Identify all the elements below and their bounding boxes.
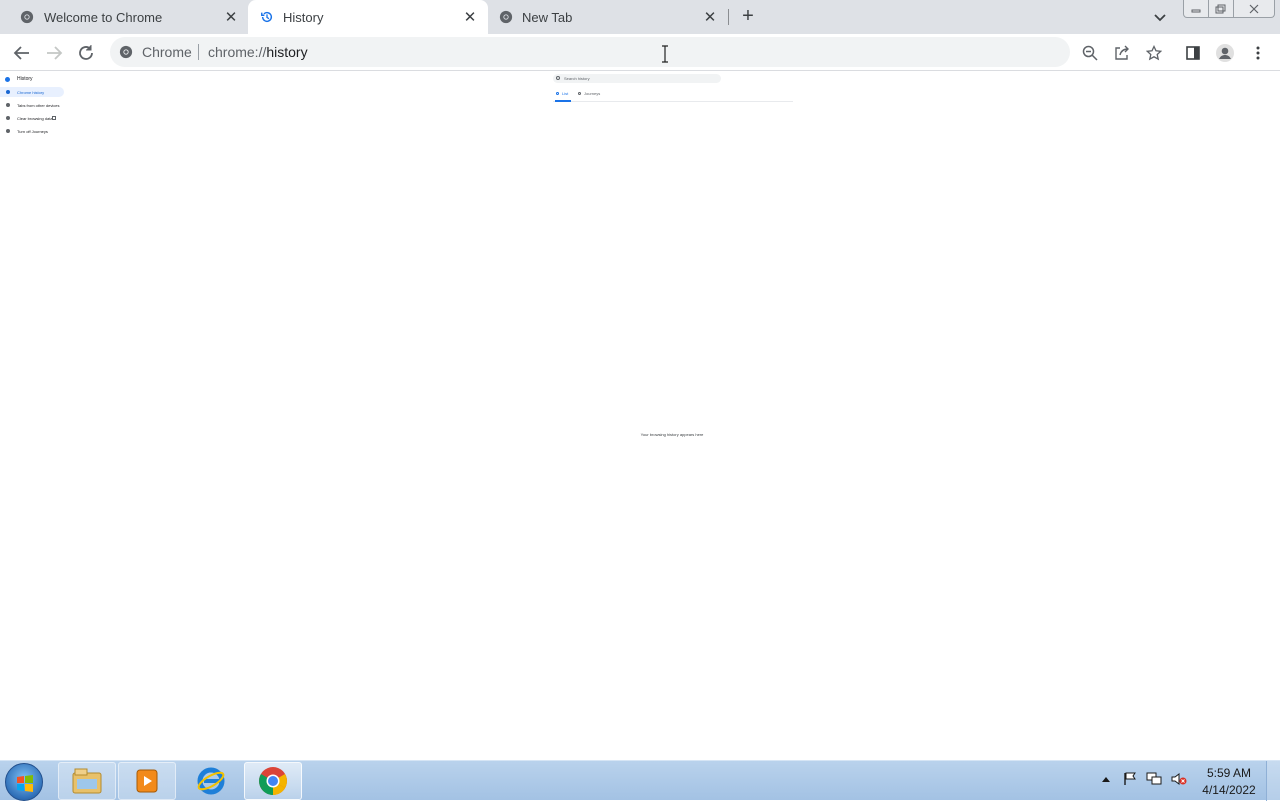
trash-icon [6,116,10,120]
menu-button[interactable] [1247,42,1269,64]
back-button[interactable] [11,42,33,64]
history-icon [261,11,273,23]
show-desktop-button[interactable] [1266,761,1280,801]
active-tab-indicator [555,100,571,102]
close-window-button[interactable] [1233,0,1275,18]
tab-separator [728,9,729,25]
network-icon [1146,772,1162,785]
avatar-icon [1216,44,1234,62]
sidebar-item-label: Turn off Journeys [17,129,48,134]
taskbar-chrome[interactable] [244,762,302,800]
taskbar-clock[interactable]: 5:59 AM 4/14/2022 [1198,765,1260,799]
empty-history-message: Your browsing history appears here [640,432,704,437]
close-tab-icon[interactable]: ✕ [222,8,240,26]
share-button[interactable] [1111,42,1133,64]
sidebar-header: History [0,74,60,84]
close-icon [1249,4,1259,13]
more-vert-icon [1256,46,1260,60]
minimize-icon [1191,9,1201,12]
media-player-icon [136,769,158,793]
internet-explorer-icon [197,767,225,795]
flag-icon [1124,772,1136,785]
new-tab-button[interactable]: + [738,6,758,27]
bookmark-button[interactable] [1143,42,1165,64]
search-placeholder: Search history [564,76,590,81]
forward-arrow-icon [47,46,63,60]
chrome-icon [119,45,133,59]
sidebar-title: History [17,76,33,82]
volume-muted-icon [1171,773,1187,785]
forward-button[interactable] [43,42,65,64]
history-logo-icon [5,77,10,82]
start-button[interactable] [5,763,43,801]
sidebar-item-label: Chrome history [17,90,45,95]
url-path: history [266,44,308,60]
url-prefix: chrome:// [208,44,267,60]
address-bar[interactable]: Chrome chrome://history [110,37,1070,67]
tab-journeys[interactable]: Journeys [578,91,600,101]
journeys-icon [6,129,10,133]
sidebar-item-label: Tabs from other devices [17,103,60,108]
tab-history[interactable]: History ✕ [248,0,488,34]
zoom-out-icon [1082,45,1098,61]
taskbar-internet-explorer[interactable] [182,762,240,800]
taskbar-file-explorer[interactable] [58,762,116,800]
chrome-icon [20,10,34,24]
minimize-button[interactable] [1183,0,1209,18]
side-panel-icon [1186,46,1200,60]
url-text[interactable]: chrome://history [208,44,308,60]
omnibox-divider [198,44,199,60]
file-explorer-icon [72,768,102,794]
tab-title: History [283,10,324,25]
tab-title: Welcome to Chrome [44,10,163,25]
back-arrow-icon [13,46,29,60]
chrome-icon [499,10,513,24]
history-page: History Chrome history Tabs from other d… [0,72,1280,760]
sidebar-item-chrome-history[interactable]: Chrome history [0,87,64,97]
sidebar-item-journeys-toggle[interactable]: Turn off Journeys [0,126,64,136]
history-icon [6,90,10,94]
reload-button[interactable] [75,42,97,64]
tab-title: New Tab [522,10,573,25]
tab-strip: Welcome to Chrome ✕ History ✕ New Tab ✕ … [0,0,1280,34]
windows-logo-icon [17,775,33,792]
close-tab-icon[interactable]: ✕ [461,8,479,26]
sidebar-item-other-devices[interactable]: Tabs from other devices [0,100,64,110]
list-icon [556,92,559,95]
search-icon [556,76,560,80]
devices-icon [6,103,10,107]
clock-time: 5:59 AM [1206,766,1252,780]
text-cursor-icon [662,45,668,63]
zoom-button[interactable] [1079,42,1101,64]
chevron-up-icon [1102,777,1110,782]
browser-toolbar: Chrome chrome://history [0,34,1280,71]
tab-welcome[interactable]: Welcome to Chrome ✕ [0,0,245,34]
tray-action-center[interactable] [1122,771,1138,787]
share-icon [1115,45,1129,60]
restore-icon [1215,4,1226,13]
windows-taskbar: 5:59 AM 4/14/2022 [0,760,1280,801]
star-icon [1146,45,1162,61]
taskbar-media-player[interactable] [118,762,176,800]
restore-button[interactable] [1208,0,1234,18]
tray-volume[interactable] [1171,771,1187,787]
history-search-field[interactable]: Search history [553,74,721,83]
side-panel-button[interactable] [1182,42,1204,64]
external-link-icon [52,116,56,120]
tray-network[interactable] [1146,771,1162,787]
chrome-icon [259,767,287,795]
tray-show-hidden[interactable] [1098,771,1114,787]
tab-search-icon[interactable] [1152,9,1168,25]
journeys-icon [578,92,581,95]
clock-date: 4/14/2022 [1202,783,1256,797]
tab-label: List [562,91,569,96]
site-chip: Chrome [142,44,192,60]
tab-label: Journeys [584,91,601,96]
history-tabs: List Journeys [553,89,793,102]
close-tab-icon[interactable]: ✕ [701,8,719,26]
tab-new-tab[interactable]: New Tab ✕ [488,0,728,34]
sidebar-item-label: Clear browsing data [17,116,53,121]
reload-icon [79,45,93,60]
profile-button[interactable] [1214,42,1236,64]
